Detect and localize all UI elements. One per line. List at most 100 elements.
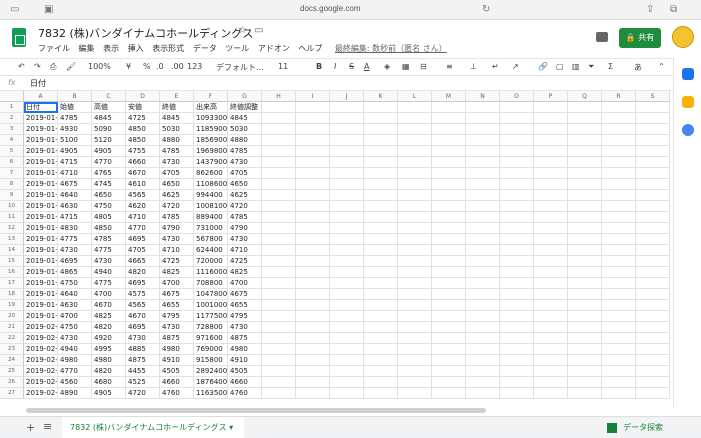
reload-icon[interactable]: ↻ bbox=[482, 4, 490, 15]
row-header[interactable]: 24 bbox=[0, 355, 24, 366]
cell-o14[interactable] bbox=[500, 245, 534, 256]
insert-chart-icon[interactable]: ▥ bbox=[572, 62, 580, 71]
cell-s25[interactable] bbox=[636, 366, 670, 377]
cell-f20[interactable]: 1177500 bbox=[194, 311, 228, 322]
cell-c15[interactable]: 4730 bbox=[92, 256, 126, 267]
cell-h27[interactable] bbox=[262, 388, 296, 399]
cell-k23[interactable] bbox=[364, 344, 398, 355]
row-header[interactable]: 11 bbox=[0, 212, 24, 223]
share-button[interactable]: 🔒 共有 bbox=[619, 28, 661, 48]
cell-n22[interactable] bbox=[466, 333, 500, 344]
cell-p15[interactable] bbox=[534, 256, 568, 267]
cell-o1[interactable] bbox=[500, 102, 534, 113]
decrease-decimal-button[interactable]: .0 bbox=[156, 62, 164, 71]
cell-s19[interactable] bbox=[636, 300, 670, 311]
cell-i6[interactable] bbox=[296, 157, 330, 168]
cell-l26[interactable] bbox=[398, 377, 432, 388]
cell-s16[interactable] bbox=[636, 267, 670, 278]
cell-c16[interactable]: 4940 bbox=[92, 267, 126, 278]
cell-d4[interactable]: 4850 bbox=[126, 135, 160, 146]
cell-j9[interactable] bbox=[330, 190, 364, 201]
cell-o21[interactable] bbox=[500, 322, 534, 333]
row-header[interactable]: 25 bbox=[0, 366, 24, 377]
cell-s26[interactable] bbox=[636, 377, 670, 388]
cell-r5[interactable] bbox=[602, 146, 636, 157]
cell-g20[interactable]: 4795 bbox=[228, 311, 262, 322]
cell-j11[interactable] bbox=[330, 212, 364, 223]
insert-comment-icon[interactable]: ▢ bbox=[556, 62, 564, 71]
cell-k4[interactable] bbox=[364, 135, 398, 146]
cell-l5[interactable] bbox=[398, 146, 432, 157]
column-header-i[interactable]: I bbox=[296, 91, 330, 102]
cell-d24[interactable]: 4875 bbox=[126, 355, 160, 366]
cell-j19[interactable] bbox=[330, 300, 364, 311]
cell-j27[interactable] bbox=[330, 388, 364, 399]
borders-icon[interactable]: ▦ bbox=[402, 62, 410, 71]
cell-p21[interactable] bbox=[534, 322, 568, 333]
cell-b15[interactable]: 4695 bbox=[58, 256, 92, 267]
cell-b4[interactable]: 5100 bbox=[58, 135, 92, 146]
share-browser-icon[interactable]: ⇪ bbox=[646, 4, 654, 15]
cell-c21[interactable]: 4820 bbox=[92, 322, 126, 333]
cell-o10[interactable] bbox=[500, 201, 534, 212]
cell-d19[interactable]: 4565 bbox=[126, 300, 160, 311]
cell-q2[interactable] bbox=[568, 113, 602, 124]
cell-r8[interactable] bbox=[602, 179, 636, 190]
cell-e3[interactable]: 5030 bbox=[160, 124, 194, 135]
cell-r22[interactable] bbox=[602, 333, 636, 344]
menu-insert[interactable]: 挿入 bbox=[128, 44, 144, 53]
cell-p1[interactable] bbox=[534, 102, 568, 113]
cell-r14[interactable] bbox=[602, 245, 636, 256]
cell-g2[interactable]: 4845 bbox=[228, 113, 262, 124]
cell-j17[interactable] bbox=[330, 278, 364, 289]
menu-data[interactable]: データ bbox=[193, 44, 217, 53]
cell-m23[interactable] bbox=[432, 344, 466, 355]
cell-k25[interactable] bbox=[364, 366, 398, 377]
cell-n8[interactable] bbox=[466, 179, 500, 190]
cell-q13[interactable] bbox=[568, 234, 602, 245]
cell-l11[interactable] bbox=[398, 212, 432, 223]
cell-r15[interactable] bbox=[602, 256, 636, 267]
cell-k27[interactable] bbox=[364, 388, 398, 399]
cell-h16[interactable] bbox=[262, 267, 296, 278]
cell-h25[interactable] bbox=[262, 366, 296, 377]
cell-b21[interactable]: 4750 bbox=[58, 322, 92, 333]
cell-h18[interactable] bbox=[262, 289, 296, 300]
cell-i12[interactable] bbox=[296, 223, 330, 234]
cell-o8[interactable] bbox=[500, 179, 534, 190]
cell-e23[interactable]: 4980 bbox=[160, 344, 194, 355]
cell-j1[interactable] bbox=[330, 102, 364, 113]
cell-b16[interactable]: 4865 bbox=[58, 267, 92, 278]
row-header[interactable]: 15 bbox=[0, 256, 24, 267]
column-header-j[interactable]: J bbox=[330, 91, 364, 102]
column-header-o[interactable]: O bbox=[500, 91, 534, 102]
row-header[interactable]: 20 bbox=[0, 311, 24, 322]
menu-file[interactable]: ファイル bbox=[38, 44, 70, 53]
cell-p13[interactable] bbox=[534, 234, 568, 245]
cell-b23[interactable]: 4940 bbox=[58, 344, 92, 355]
cell-e17[interactable]: 4700 bbox=[160, 278, 194, 289]
cell-j20[interactable] bbox=[330, 311, 364, 322]
cell-q12[interactable] bbox=[568, 223, 602, 234]
tabs-icon[interactable]: ⧉ bbox=[670, 4, 677, 15]
cell-d25[interactable]: 4455 bbox=[126, 366, 160, 377]
column-header-p[interactable]: P bbox=[534, 91, 568, 102]
cell-c5[interactable]: 4905 bbox=[92, 146, 126, 157]
row-header[interactable]: 21 bbox=[0, 322, 24, 333]
cell-j7[interactable] bbox=[330, 168, 364, 179]
cell-c14[interactable]: 4775 bbox=[92, 245, 126, 256]
cell-d21[interactable]: 4695 bbox=[126, 322, 160, 333]
cell-l21[interactable] bbox=[398, 322, 432, 333]
cell-f19[interactable]: 1001000 bbox=[194, 300, 228, 311]
cell-m27[interactable] bbox=[432, 388, 466, 399]
cell-n20[interactable] bbox=[466, 311, 500, 322]
cell-e25[interactable]: 4505 bbox=[160, 366, 194, 377]
cell-r12[interactable] bbox=[602, 223, 636, 234]
cell-r21[interactable] bbox=[602, 322, 636, 333]
cell-n23[interactable] bbox=[466, 344, 500, 355]
cell-k14[interactable] bbox=[364, 245, 398, 256]
cell-s3[interactable] bbox=[636, 124, 670, 135]
cell-g25[interactable]: 4505 bbox=[228, 366, 262, 377]
cell-n10[interactable] bbox=[466, 201, 500, 212]
cell-o19[interactable] bbox=[500, 300, 534, 311]
